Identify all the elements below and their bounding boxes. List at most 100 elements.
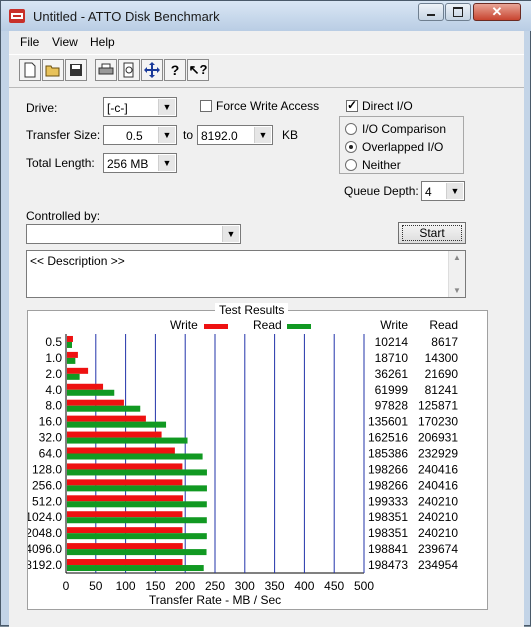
y-tick-label: 2.0 (45, 367, 62, 381)
read-value: 232929 (418, 447, 458, 461)
chevron-down-icon: ▼ (446, 183, 463, 199)
y-tick-label: 4.0 (45, 383, 62, 397)
y-tick-label: 32.0 (39, 431, 63, 445)
x-tick-label: 300 (235, 579, 255, 593)
y-tick-label: 64.0 (39, 447, 63, 461)
force-write-label: Force Write Access (216, 99, 320, 113)
total-length-value: 256 MB (107, 157, 149, 171)
read-value: 14300 (425, 351, 459, 365)
read-bar (67, 421, 167, 428)
write-bar (67, 447, 175, 454)
scroll-up-icon: ▲ (453, 253, 461, 262)
description-scrollbar[interactable]: ▲ ▼ (448, 251, 465, 297)
x-tick-label: 450 (324, 579, 344, 593)
drive-select[interactable]: [-c-] ▼ (103, 97, 177, 117)
y-tick-label: 256.0 (32, 478, 62, 492)
maximize-button[interactable] (445, 3, 471, 21)
print-button[interactable] (95, 59, 117, 81)
chevron-down-icon: ▼ (254, 127, 271, 143)
read-bar (67, 373, 80, 380)
close-button[interactable]: ✕ (473, 3, 521, 21)
radio-neither[interactable] (345, 159, 357, 171)
queue-depth-select[interactable]: 4 ▼ (421, 181, 465, 201)
x-tick-label: 200 (175, 579, 195, 593)
write-value: 135601 (368, 415, 408, 429)
results-chart: 0 50 100 150 200 250 300 350 400 450 500 Transfer R… (28, 318, 459, 607)
help-button[interactable]: ? (164, 59, 186, 81)
legend-read-label: Read (253, 318, 282, 332)
print-preview-button[interactable] (118, 59, 140, 81)
write-value: 198266 (368, 462, 408, 476)
total-length-label: Total Length: (26, 156, 95, 170)
total-length-select[interactable]: 256 MB ▼ (103, 153, 177, 173)
title-bar[interactable]: Untitled - ATTO Disk Benchmark ✕ (1, 1, 531, 31)
read-value: 239674 (418, 542, 458, 556)
new-button[interactable] (19, 59, 41, 81)
y-tick-label: 1024.0 (28, 510, 62, 524)
direct-io-checkbox[interactable]: ✓ (346, 98, 358, 112)
x-axis-label: Transfer Rate - MB / Sec (149, 593, 281, 607)
x-tick-label: 400 (294, 579, 314, 593)
radio-overlapped-io[interactable] (345, 141, 357, 153)
read-bar (67, 389, 115, 396)
app-window: Untitled - ATTO Disk Benchmark ✕ File Vi… (0, 0, 531, 627)
drive-label: Drive: (26, 101, 58, 115)
x-tick-label: 0 (63, 579, 70, 593)
radio-io-comparison[interactable] (345, 123, 357, 135)
print-preview-icon (123, 62, 134, 78)
context-help-button[interactable]: ↖? (187, 59, 209, 81)
open-button[interactable] (42, 59, 64, 81)
description-box[interactable]: << Description >> ▲ ▼ (26, 250, 466, 298)
read-bar (67, 565, 204, 572)
read-value: 206931 (418, 431, 458, 445)
write-value: 198266 (368, 478, 408, 492)
controlled-by-select[interactable]: ▼ (26, 224, 241, 244)
read-value: 170230 (418, 415, 458, 429)
force-write-checkbox[interactable] (200, 100, 212, 112)
read-column-header: Read (429, 318, 458, 332)
read-bar (67, 437, 188, 444)
queue-depth-value: 4 (425, 185, 432, 199)
y-tick-label: 8.0 (45, 399, 62, 413)
menu-file[interactable]: File (20, 35, 39, 49)
write-value: 198351 (368, 510, 408, 524)
write-bar (67, 351, 78, 358)
write-value: 162516 (368, 431, 408, 445)
transfer-from-select[interactable]: 0.5 ▼ (103, 125, 177, 145)
minimize-button[interactable] (418, 3, 444, 21)
save-button[interactable] (65, 59, 87, 81)
maximize-icon (453, 7, 463, 17)
write-value: 36261 (375, 367, 409, 381)
menu-view[interactable]: View (52, 35, 78, 49)
scroll-down-icon: ▼ (453, 286, 461, 295)
start-button[interactable]: Start (398, 222, 466, 244)
transfer-to-select[interactable]: 8192.0 ▼ (197, 125, 273, 145)
client-area: File View Help ? ↖? Drive: [-c-] ▼ Force… (9, 31, 524, 627)
checkmark-icon: ✓ (347, 98, 358, 112)
start-button-label: Start (402, 225, 462, 241)
read-value: 125871 (418, 399, 458, 413)
x-tick-label: 350 (265, 579, 285, 593)
write-column-header: Write (380, 318, 408, 332)
write-value: 97828 (375, 399, 409, 413)
new-icon (24, 62, 36, 78)
y-tick-label: 4096.0 (28, 542, 62, 556)
write-value: 198841 (368, 542, 408, 556)
print-icon (98, 63, 114, 75)
x-tick-label: 50 (89, 579, 103, 593)
chevron-down-icon: ▼ (158, 99, 175, 115)
y-tick-label: 128.0 (32, 462, 62, 476)
overlapped-io-label: Overlapped I/O (362, 140, 444, 154)
minimize-icon (427, 14, 435, 16)
move-button[interactable] (141, 59, 163, 81)
y-tick-label: 2048.0 (28, 526, 62, 540)
move-icon (144, 62, 160, 78)
write-bar (67, 431, 162, 438)
write-value: 18710 (375, 351, 409, 365)
menu-help[interactable]: Help (90, 35, 115, 49)
y-tick-label: 16.0 (39, 415, 63, 429)
neither-label: Neither (362, 158, 401, 172)
read-bar (67, 501, 207, 508)
legend-read-swatch (287, 324, 311, 329)
chevron-down-icon: ▼ (158, 155, 175, 171)
